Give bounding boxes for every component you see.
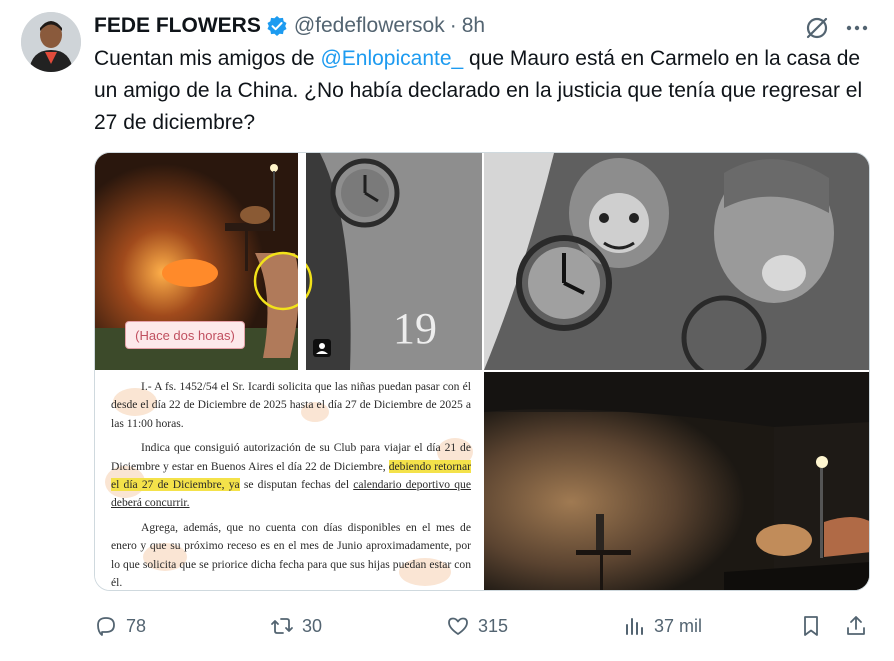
avatar-image bbox=[21, 12, 81, 72]
court-document[interactable]: I.- A fs. 1452/54 el Sr. Icardi solicita… bbox=[95, 372, 482, 590]
person-tag-icon bbox=[313, 339, 331, 357]
action-bar: 78 30 315 37 mil bbox=[94, 610, 870, 642]
grok-icon[interactable] bbox=[803, 14, 831, 42]
repost-button[interactable]: 30 bbox=[270, 610, 322, 642]
reply-count: 78 bbox=[126, 615, 147, 636]
photo-night-wall-image bbox=[484, 372, 869, 590]
tweet-header: FEDE FLOWERS @fedeflowersok · 8h bbox=[94, 10, 485, 42]
photo-caption-label: (Hace dos horas) bbox=[125, 321, 245, 349]
reply-icon bbox=[97, 617, 115, 636]
photo-tattoo-image bbox=[484, 153, 869, 370]
views-icon bbox=[626, 618, 643, 635]
like-button[interactable]: 315 bbox=[446, 610, 508, 642]
tweet-text-start: Cuentan mis amigos de bbox=[94, 47, 321, 70]
like-count: 315 bbox=[478, 615, 509, 636]
repost-count: 30 bbox=[302, 615, 323, 636]
mention-link[interactable]: @Enlopicante_ bbox=[320, 47, 463, 70]
heart-icon bbox=[448, 617, 468, 635]
avatar[interactable] bbox=[21, 12, 81, 72]
document-paragraph-1: I.- A fs. 1452/54 el Sr. Icardi solicita… bbox=[111, 380, 471, 430]
separator-dot: · bbox=[449, 14, 457, 37]
bookmark-icon bbox=[804, 616, 818, 636]
share-button[interactable] bbox=[844, 610, 868, 642]
tattoo-number: 19 bbox=[393, 304, 437, 353]
tweet-timestamp[interactable]: 8h bbox=[462, 14, 485, 38]
reply-button[interactable]: 78 bbox=[94, 610, 146, 642]
more-icon[interactable] bbox=[843, 14, 871, 42]
views-count: 37 mil bbox=[654, 615, 703, 636]
author-name[interactable]: FEDE FLOWERS bbox=[94, 14, 261, 38]
photo-grill[interactable]: 19 (Hace dos horas) bbox=[95, 153, 482, 370]
photo-tattoo[interactable] bbox=[484, 153, 869, 370]
document-text: I.- A fs. 1452/54 el Sr. Icardi solicita… bbox=[111, 378, 471, 590]
repost-icon bbox=[271, 618, 293, 634]
author-handle[interactable]: @fedeflowersok bbox=[294, 14, 445, 38]
document-paragraph-3: Agrega, además, que no cuenta con días d… bbox=[111, 520, 471, 590]
verified-badge-icon bbox=[267, 16, 287, 36]
share-icon bbox=[847, 616, 865, 635]
tweet-text: Cuentan mis amigos de @Enlopicante_ que … bbox=[94, 43, 864, 139]
media-grid: 19 (Hace dos horas) I.- A fs. 1452/54 el… bbox=[94, 152, 870, 591]
document-paragraph-2-b: se disputan fechas del bbox=[239, 478, 354, 492]
document-paragraph-2: Indica que consiguió autorización de su … bbox=[111, 439, 471, 513]
views-button[interactable]: 37 mil bbox=[622, 610, 702, 642]
photo-night-wall[interactable] bbox=[484, 372, 869, 590]
bookmark-button[interactable] bbox=[799, 610, 823, 642]
